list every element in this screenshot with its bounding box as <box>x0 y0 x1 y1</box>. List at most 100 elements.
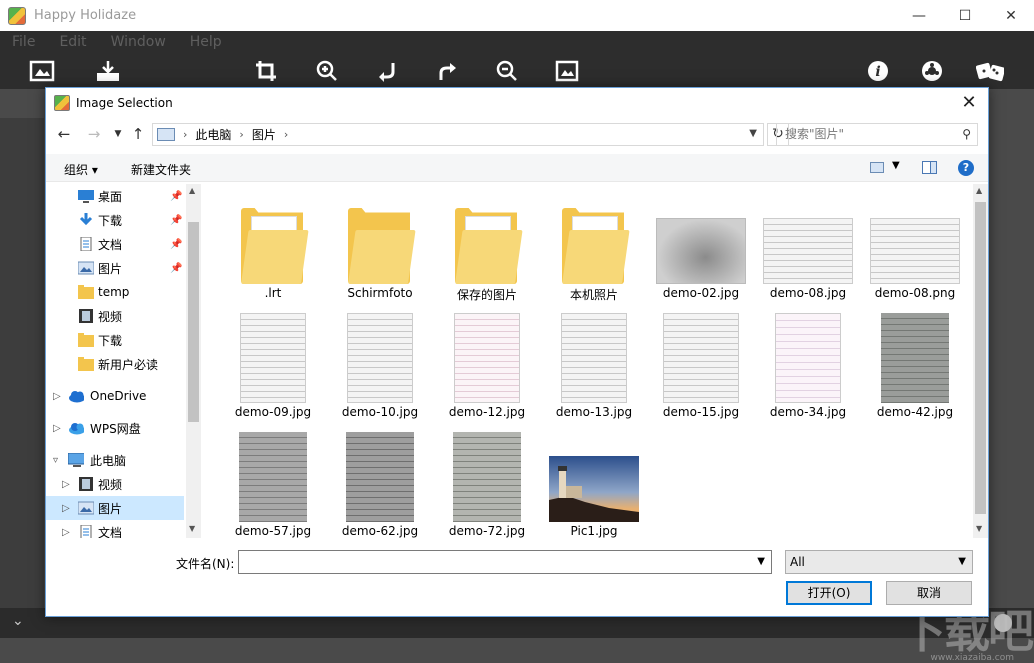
file-item[interactable]: demo-08.jpg <box>759 194 857 300</box>
chevron-down-icon[interactable]: ▿ <box>53 455 58 466</box>
scroll-down-icon[interactable]: ▼ <box>189 524 195 533</box>
breadcrumb-computer[interactable]: 此电脑 <box>195 126 231 143</box>
dice-icon[interactable] <box>976 57 1004 85</box>
nav-item-videos[interactable]: 视频 <box>46 304 184 328</box>
recent-dropdown-icon[interactable]: ▼ <box>108 124 128 144</box>
chevron-right-icon[interactable]: ▷ <box>53 423 61 434</box>
nav-item-pc-documents[interactable]: ▷ 文档 <box>46 520 184 538</box>
file-item[interactable]: demo-10.jpg <box>331 313 429 419</box>
nav-item-pc-pictures[interactable]: ▷ 图片 <box>46 496 184 520</box>
scroll-down-icon[interactable]: ▼ <box>976 524 982 533</box>
chevron-right-icon[interactable]: ▷ <box>53 391 61 402</box>
scroll-up-icon[interactable]: ▲ <box>189 186 195 195</box>
filename-input[interactable]: ▼ <box>238 550 772 574</box>
close-icon[interactable]: ✕ <box>988 0 1034 31</box>
breadcrumb-pictures[interactable]: 图片 <box>252 126 276 143</box>
nav-item-desktop[interactable]: 桌面 📌 <box>46 184 184 208</box>
menu-help[interactable]: Help <box>190 34 222 50</box>
file-item[interactable]: 保存的图片 <box>438 194 536 303</box>
file-item[interactable]: demo-08.png <box>866 194 964 300</box>
app-title: Happy Holidaze <box>34 8 137 23</box>
file-name: Pic1.jpg <box>570 524 618 538</box>
fit-image-icon[interactable] <box>553 57 581 85</box>
nav-item-label: 下载 <box>98 213 123 228</box>
cancel-button[interactable]: 取消 <box>886 581 972 605</box>
organize-button[interactable]: 组织 ▾ <box>64 161 98 178</box>
chevron-down-icon[interactable]: ⌄ <box>12 613 24 629</box>
open-button[interactable]: 打开(O) <box>786 581 872 605</box>
info-icon[interactable]: i <box>864 57 892 85</box>
nav-item-documents[interactable]: 文档 📌 <box>46 232 184 256</box>
file-item[interactable]: demo-15.jpg <box>652 313 750 419</box>
filename-dropdown-icon[interactable]: ▼ <box>757 556 765 567</box>
file-item[interactable]: demo-34.jpg <box>759 313 857 419</box>
navigation-scrollbar[interactable]: ▲ ▼ <box>186 184 201 538</box>
image-thumbnail <box>870 218 960 284</box>
file-item[interactable]: demo-57.jpg <box>224 432 322 538</box>
nav-item-pc-videos[interactable]: ▷ 视频 <box>46 472 184 496</box>
rotate-right-icon[interactable] <box>433 57 461 85</box>
file-item[interactable]: demo-12.jpg <box>438 313 536 419</box>
file-item[interactable]: demo-72.jpg <box>438 432 536 538</box>
nav-item-downloads-folder[interactable]: 下载 <box>46 328 184 352</box>
menu-window[interactable]: Window <box>111 34 166 50</box>
file-item[interactable]: demo-62.jpg <box>331 432 429 538</box>
nav-item-label: 此电脑 <box>90 453 127 468</box>
file-item[interactable]: demo-09.jpg <box>224 313 322 419</box>
nav-item-this-pc[interactable]: ▿ 此电脑 <box>46 448 184 472</box>
view-mode-icon[interactable] <box>870 162 884 173</box>
dialog-close-icon[interactable]: ✕ <box>958 92 980 114</box>
file-list-scrollbar[interactable]: ▲ ▼ <box>973 184 988 538</box>
pin-icon: 📌 <box>170 214 183 226</box>
pictures-icon <box>78 261 94 275</box>
file-item[interactable]: 本机照片 <box>545 194 643 303</box>
file-name: demo-42.jpg <box>876 405 954 419</box>
view-dropdown-icon[interactable]: ▼ <box>892 160 900 171</box>
nav-item-onedrive[interactable]: ▷ OneDrive <box>46 384 184 408</box>
nav-item-label: 视频 <box>98 309 123 324</box>
scroll-up-icon[interactable]: ▲ <box>976 186 982 195</box>
scrollbar-thumb[interactable] <box>975 202 986 514</box>
help-icon[interactable]: ? <box>958 160 974 176</box>
address-bar[interactable]: › 此电脑 › 图片 › ▼ <box>152 123 764 146</box>
back-arrow-icon[interactable]: ← <box>54 124 74 144</box>
scrollbar-thumb[interactable] <box>188 222 199 422</box>
file-item[interactable]: .lrt <box>224 194 322 300</box>
menu-edit[interactable]: Edit <box>59 34 86 50</box>
zoom-in-icon[interactable] <box>313 57 341 85</box>
folder-icon <box>78 357 94 371</box>
up-arrow-icon[interactable]: ↑ <box>128 124 148 144</box>
address-dropdown-icon[interactable]: ▼ <box>749 128 757 139</box>
rotate-left-icon[interactable] <box>373 57 401 85</box>
minimize-icon[interactable]: — <box>896 0 942 31</box>
nav-item-new-user[interactable]: 新用户必读 <box>46 352 184 376</box>
image-thumbnail <box>561 313 627 403</box>
nav-item-wps[interactable]: ▷ WPS网盘 <box>46 416 184 440</box>
file-item[interactable]: Schirmfoto <box>331 194 429 300</box>
computer-icon <box>68 453 84 467</box>
forward-arrow-icon[interactable]: → <box>84 124 104 144</box>
save-icon[interactable] <box>94 57 122 85</box>
file-type-select[interactable]: All ▼ <box>785 550 973 574</box>
nav-item-pictures[interactable]: 图片 📌 <box>46 256 184 280</box>
file-item[interactable]: Pic1.jpg <box>545 432 643 538</box>
crop-icon[interactable] <box>252 57 280 85</box>
file-item[interactable]: demo-42.jpg <box>866 313 964 419</box>
chevron-right-icon[interactable]: ▷ <box>62 479 70 490</box>
new-folder-button[interactable]: 新建文件夹 <box>131 161 191 178</box>
chevron-right-icon[interactable]: ▷ <box>62 527 70 538</box>
maximize-icon[interactable]: ☐ <box>942 0 988 31</box>
pin-icon: 📌 <box>170 238 183 250</box>
zoom-out-icon[interactable] <box>493 57 521 85</box>
search-input[interactable]: 搜索"图片" ⚲ <box>776 123 978 146</box>
nav-item-label: 视频 <box>98 477 123 492</box>
nav-item-temp[interactable]: temp <box>46 280 184 304</box>
open-image-icon[interactable] <box>28 57 56 85</box>
nav-item-downloads[interactable]: 下载 📌 <box>46 208 184 232</box>
preview-pane-icon[interactable] <box>922 161 937 174</box>
chevron-right-icon[interactable]: ▷ <box>62 503 70 514</box>
file-item[interactable]: demo-02.jpg <box>652 194 750 300</box>
menu-file[interactable]: File <box>12 34 35 50</box>
settings-icon[interactable] <box>918 57 946 85</box>
file-item[interactable]: demo-13.jpg <box>545 313 643 419</box>
